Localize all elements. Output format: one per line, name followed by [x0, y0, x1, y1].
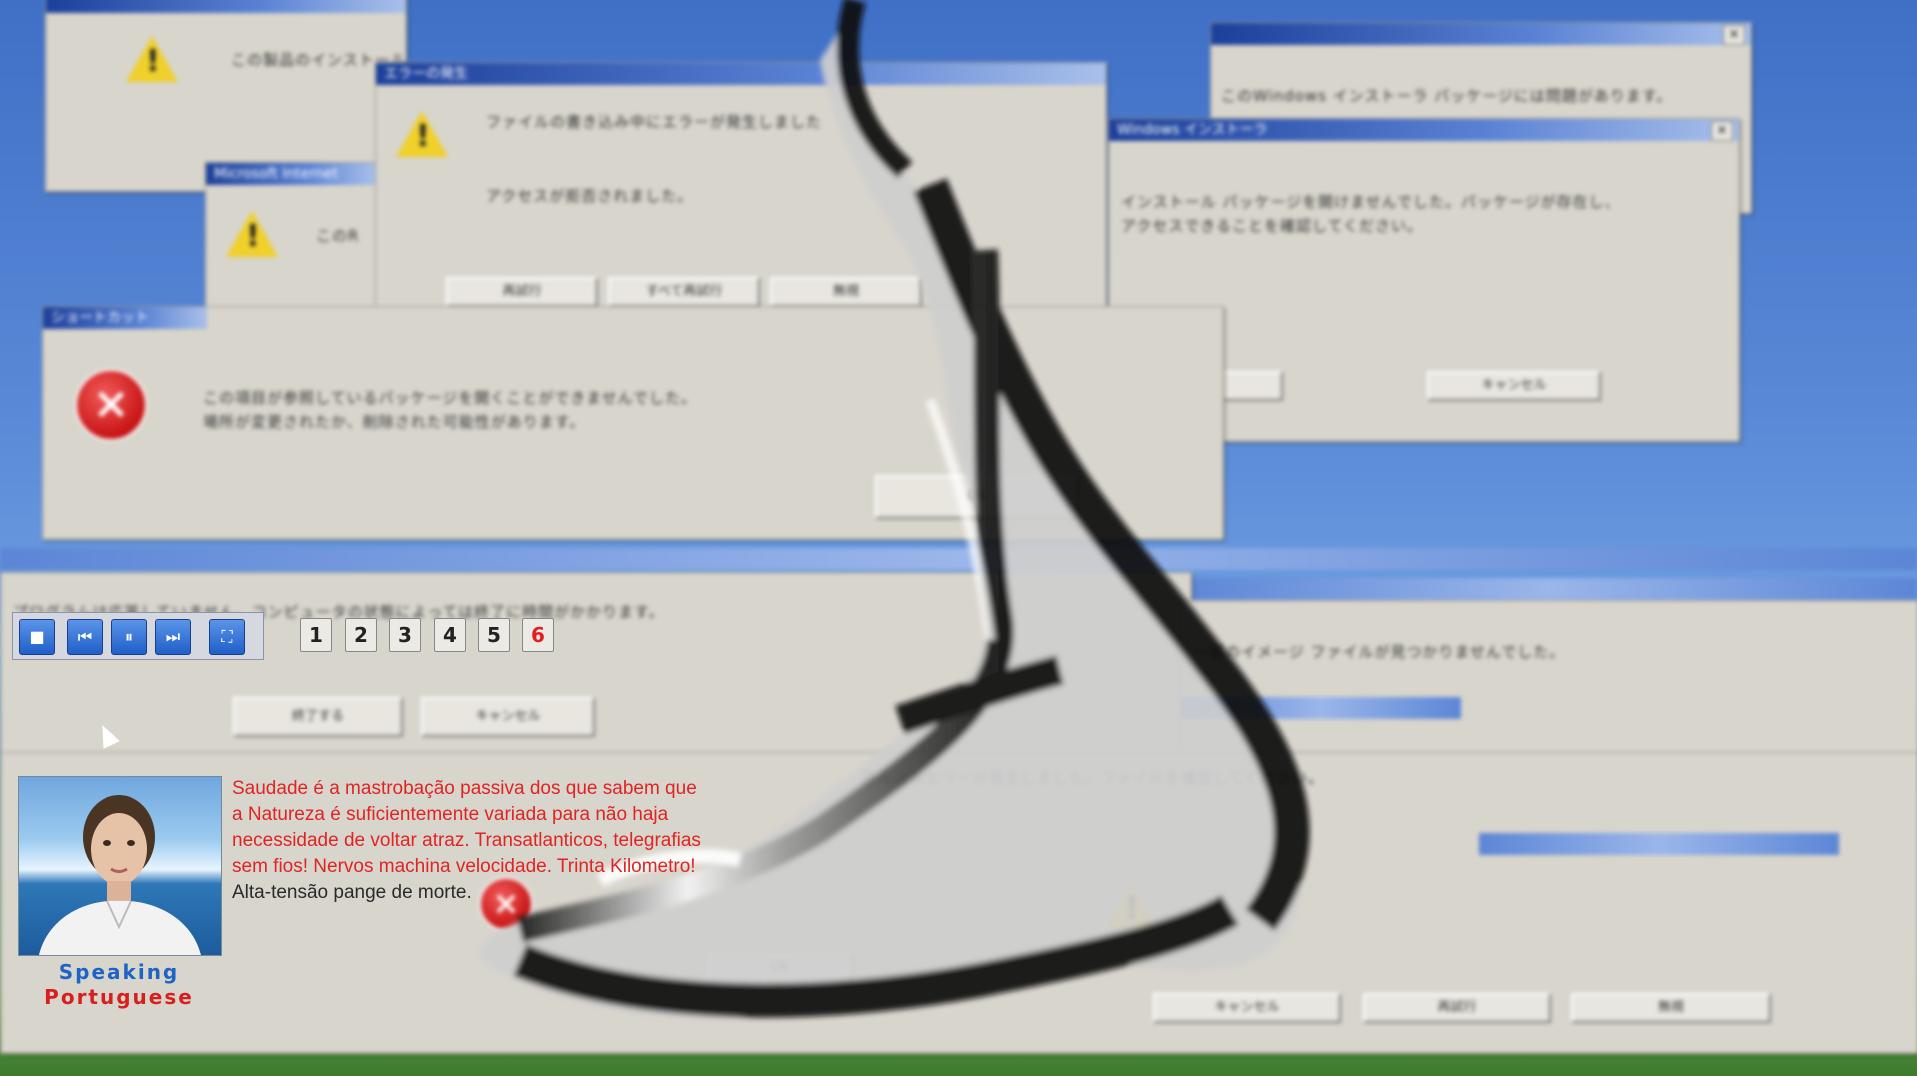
file-error-dialog: エラーの発生 ファイルの書き込み中にエラーが発生しました アクセスが拒否されまし… — [375, 62, 1107, 322]
warning-icon — [126, 36, 178, 82]
dialog-message: 場所が変更されたか、削除された可能性があります。 — [203, 413, 586, 431]
dialog-message: ファイルの書き込み中にエラーが発生しました — [486, 113, 823, 131]
fullscreen-icon[interactable]: ⛶ — [209, 619, 245, 655]
warning-icon — [1105, 883, 1157, 929]
media-controls: ■ ⏮ ⏸ ⏭ ⛶ — [12, 612, 264, 660]
desktop-background: この製品のインストール Microsoft Internet このR エラーの発… — [0, 0, 1917, 1076]
dialog-titlebar: エラーの発生 — [376, 63, 1106, 85]
page-button-5[interactable]: 5 — [478, 618, 510, 652]
subtitle-line: sem fios! Nervos machina velocidade. Tri… — [232, 856, 696, 877]
next-icon[interactable]: ⏭ — [155, 619, 191, 655]
dialog-message: 一部のイメージ ファイルが見つかりませんでした。 — [1193, 643, 1566, 661]
ok-button[interactable]: OK — [707, 953, 853, 983]
dialog-message: このWindows インストーラ パッケージには問題があります。 — [1221, 87, 1673, 105]
dialog-message: インストール パッケージを開けませんでした。パッケージが存在し、 — [1121, 193, 1621, 211]
cancel-button[interactable]: キャンセル — [1153, 993, 1341, 1023]
shortcut-error-dialog: ショートカット × この項目が参照しているパッケージを開くことができませんでした… — [42, 306, 1224, 540]
window-titlebar — [1180, 578, 1917, 600]
retry-button[interactable]: 再試行 — [446, 277, 598, 307]
dialog-titlebar: Microsoft Internet — [206, 163, 376, 185]
window-titlebar — [0, 548, 1917, 570]
dialog-message: アクセスできることを確認してください。 — [1121, 217, 1424, 235]
page-button-2[interactable]: 2 — [345, 618, 377, 652]
avatar-portrait — [39, 795, 201, 955]
subtitle-line: Saudade é a mastrobação passiva dos que … — [232, 778, 697, 799]
end-program-button[interactable]: 終了する — [233, 697, 403, 737]
page-button-6[interactable]: 6 — [522, 618, 554, 652]
subtitle-line: Alta-tensão pange de morte. — [232, 882, 472, 903]
dialog-message: アクセスが拒否されました。 — [486, 187, 694, 205]
ignore-button[interactable]: 無視 — [1571, 993, 1771, 1023]
subtitle-text: Saudade é a mastrobação passiva dos que … — [232, 776, 852, 906]
page-button-3[interactable]: 3 — [389, 618, 421, 652]
page-button-1[interactable]: 1 — [300, 618, 332, 652]
stop-icon[interactable]: ■ — [19, 619, 55, 655]
subtitle-line: a Natureza é suficientemente variada par… — [232, 804, 669, 825]
close-icon[interactable]: × — [1711, 121, 1733, 141]
dialog-titlebar: ショートカット — [43, 307, 207, 329]
cancel-button[interactable]: キャンセル — [1427, 371, 1601, 401]
cancel-button[interactable]: キャンセル — [421, 697, 595, 737]
ignore-button[interactable]: 無視 — [770, 277, 922, 307]
language-label: Portuguese — [44, 985, 194, 1009]
retry-all-button[interactable]: すべて再試行 — [608, 277, 760, 307]
not-responding-dialog: プログラムは応答していません。コンピュータの状態によっては終了に時間がかかります… — [0, 572, 1192, 754]
retry-button[interactable]: 再試行 — [1363, 993, 1551, 1023]
warning-icon — [226, 211, 278, 257]
dialog-message: この項目が参照しているパッケージを開くことができませんでした。 — [203, 389, 698, 407]
error-dialog-collage: この製品のインストール Microsoft Internet このR エラーの発… — [0, 0, 1917, 1076]
internet-dialog: Microsoft Internet このR — [205, 162, 377, 324]
dialog-titlebar — [1211, 23, 1751, 45]
window-titlebar — [1479, 833, 1839, 855]
error-icon: × — [75, 369, 147, 441]
page-button-4[interactable]: 4 — [434, 618, 466, 652]
dialog-titlebar — [46, 0, 406, 13]
warning-icon — [396, 111, 448, 157]
window-titlebar — [1181, 697, 1461, 719]
dialog-message: 読み込みエラーが発生しました。ファイルを確認してください。 — [861, 769, 1325, 787]
subtitle-line: necessidade de voltar atraz. Transatlant… — [232, 830, 701, 851]
pause-icon[interactable]: ⏸ — [111, 619, 147, 655]
dialog-message: このR — [316, 227, 360, 245]
dialog-titlebar: Windows インストーラ — [1109, 119, 1739, 141]
close-icon[interactable]: × — [1723, 25, 1745, 45]
previous-icon[interactable]: ⏮ — [67, 619, 103, 655]
speaking-label: Speaking — [58, 960, 180, 984]
ok-button[interactable]: OK — [875, 475, 1079, 519]
avatar — [18, 776, 222, 956]
